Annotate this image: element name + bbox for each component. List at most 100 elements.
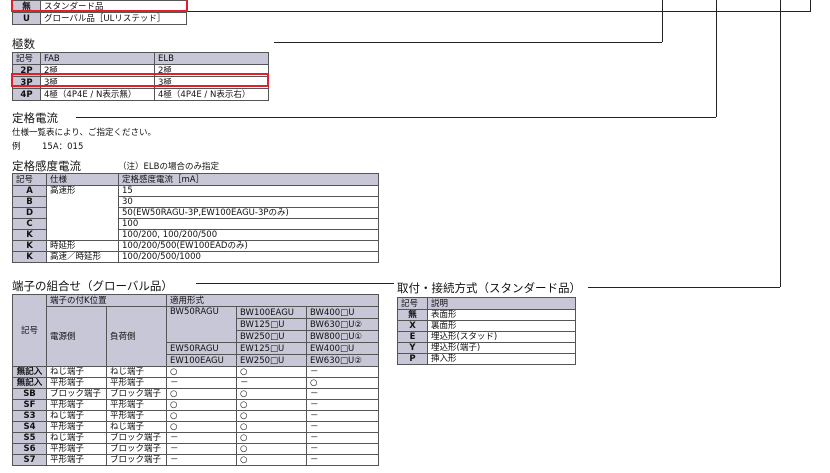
table-row: S7 平形端子 ブロック端子 － ○ － bbox=[12, 454, 380, 466]
code-cell: 無記入 bbox=[12, 377, 47, 389]
table-row: SB ブロック端子 ブロック端子 ○ ○ － bbox=[12, 388, 380, 400]
code-cell: P bbox=[397, 353, 428, 365]
connector-line bbox=[196, 283, 394, 284]
table-row: 4P 4極（4P4E / N表示無） 4極（4P4E / N表示右） bbox=[12, 88, 269, 101]
availability-cell: ○ bbox=[236, 388, 308, 400]
load-cell: ねじ端子 bbox=[105, 366, 168, 378]
header-position: 端子の付K位置 bbox=[45, 294, 168, 307]
power-cell: ねじ端子 bbox=[46, 432, 107, 444]
model-cell: BW100EAGU bbox=[236, 306, 308, 319]
header-cell: 記号 bbox=[397, 297, 428, 310]
availability-cell: － bbox=[166, 432, 238, 444]
fab-cell: 4極（4P4E / N表示無） bbox=[40, 88, 155, 101]
power-cell: 平形端子 bbox=[46, 454, 107, 466]
spec-cell: 時延形 bbox=[46, 240, 119, 252]
desc-cell: 表面形 bbox=[427, 309, 576, 321]
availability-cell: ○ bbox=[236, 443, 308, 455]
rated-current-instruction: 仕様一覧表により、ご指定ください。 bbox=[12, 128, 156, 138]
table-row: 無記入 平形端子 平形端子 － － ○ bbox=[12, 377, 380, 389]
header-load: 負荷側 bbox=[105, 306, 168, 367]
table-header: 記号 説明 bbox=[397, 297, 576, 310]
header-power: 電源側 bbox=[46, 306, 107, 367]
availability-cell: ○ bbox=[236, 410, 308, 422]
value-cell: 50(EW50RAGU-3P,EW100EAGU-3Pのみ) bbox=[118, 207, 379, 219]
model-cell: BW250□U bbox=[236, 330, 308, 343]
connector-line bbox=[780, 0, 781, 287]
table-header: 記号 仕様 定格感度電流［mA］ bbox=[12, 173, 379, 186]
availability-cell: － bbox=[306, 454, 380, 466]
section-title-rated-current: 定格電流 bbox=[12, 111, 58, 125]
table-row: 無記入 ねじ端子 ねじ端子 ○ ○ － bbox=[12, 366, 380, 378]
spec-cell: 高速／時延形 bbox=[46, 251, 119, 263]
header-cell: 仕様 bbox=[46, 173, 119, 186]
load-cell: ブロック端子 bbox=[105, 454, 168, 466]
availability-cell: － bbox=[306, 432, 380, 444]
value-cell: 100/200/500(EW100EADのみ) bbox=[118, 240, 379, 252]
availability-cell: － bbox=[306, 421, 380, 433]
code-cell: K bbox=[12, 229, 47, 241]
availability-cell: － bbox=[166, 443, 238, 455]
spec-cell: 高速形 bbox=[46, 185, 119, 241]
table-row: A 高速形 15 bbox=[12, 185, 379, 241]
model-cell: BW50RAGU bbox=[166, 306, 238, 343]
table-header: 記号 端子の付K位置 適用形式 bbox=[12, 294, 380, 367]
power-cell: ねじ端子 bbox=[46, 410, 107, 422]
table-header: 記号 FAB ELB bbox=[12, 52, 269, 65]
availability-cell: ○ bbox=[166, 366, 238, 378]
code-cell: D bbox=[12, 207, 47, 219]
table-row: P 挿入形 bbox=[397, 353, 576, 365]
power-cell: 平形端子 bbox=[46, 421, 107, 433]
availability-cell: ○ bbox=[236, 432, 308, 444]
highlight-box bbox=[11, 73, 269, 87]
header-cell: 説明 bbox=[427, 297, 576, 310]
value-cell: 30 bbox=[118, 196, 379, 208]
availability-cell: ○ bbox=[166, 399, 238, 411]
terminals-table: 記号 端子の付K位置 適用形式 電源側 負荷側 BW50RAGU BW100EA… bbox=[12, 294, 380, 466]
table-row: E 埋込形(スタッド) bbox=[397, 331, 576, 343]
model-cell: EW100EAGU bbox=[166, 354, 238, 367]
header-models: 適用形式 bbox=[166, 294, 380, 307]
code-cell: 無記入 bbox=[12, 366, 47, 378]
sensitivity-note: （注）ELBの場合のみ指定 bbox=[118, 162, 219, 172]
table-row: 無 表面形 bbox=[397, 309, 576, 321]
availability-cell: － bbox=[306, 366, 380, 378]
table-row: S4 平形端子 ねじ端子 ○ ○ － bbox=[12, 421, 380, 433]
table-row: K 時延形 100/200/500(EW100EADのみ) bbox=[12, 240, 379, 252]
value-cell: 15 bbox=[118, 185, 379, 197]
code-cell: 4P bbox=[12, 88, 41, 101]
mounting-table: 記号 説明 無 表面形 X 裏面形 E 埋込形(スタッド) Y 埋込形(端子) … bbox=[397, 297, 576, 365]
availability-cell: ○ bbox=[306, 377, 380, 389]
highlight-box bbox=[11, 0, 188, 12]
elb-cell: 4極（4P4E / N表示右） bbox=[154, 88, 269, 101]
header-cell: 記号 bbox=[12, 173, 47, 186]
code-cell: S3 bbox=[12, 410, 47, 422]
availability-cell: ○ bbox=[236, 421, 308, 433]
load-cell: ねじ端子 bbox=[105, 421, 168, 433]
table-row: SF 平形端子 平形端子 ○ ○ － bbox=[12, 399, 380, 411]
power-cell: 平形端子 bbox=[46, 399, 107, 411]
connector-line bbox=[810, 0, 811, 12]
availability-cell: ○ bbox=[166, 410, 238, 422]
load-cell: 平形端子 bbox=[105, 410, 168, 422]
code-cell: U bbox=[12, 12, 41, 25]
code-cell: K bbox=[12, 240, 47, 252]
load-cell: ブロック端子 bbox=[105, 432, 168, 444]
power-cell: ねじ端子 bbox=[46, 366, 107, 378]
code-cell: S6 bbox=[12, 443, 47, 455]
availability-cell: ○ bbox=[236, 399, 308, 411]
header-cell: 記号 bbox=[12, 52, 41, 65]
section-title-sensitivity: 定格感度電流 bbox=[12, 159, 81, 173]
code-cell: S7 bbox=[12, 454, 47, 466]
table-row: S5 ねじ端子 ブロック端子 － ○ － bbox=[12, 432, 380, 444]
power-cell: 平形端子 bbox=[46, 377, 107, 389]
availability-cell: ○ bbox=[236, 366, 308, 378]
table-row: S6 平形端子 ブロック端子 － ○ － bbox=[12, 443, 380, 455]
availability-cell: ○ bbox=[236, 454, 308, 466]
availability-cell: － bbox=[306, 388, 380, 400]
section-title-terminals: 端子の組合せ（グローバル品） bbox=[12, 279, 173, 293]
desc-cell: 裏面形 bbox=[427, 320, 576, 332]
code-cell: S4 bbox=[12, 421, 47, 433]
connector-line bbox=[588, 287, 780, 288]
connector-line bbox=[274, 42, 662, 43]
availability-cell: ○ bbox=[166, 388, 238, 400]
